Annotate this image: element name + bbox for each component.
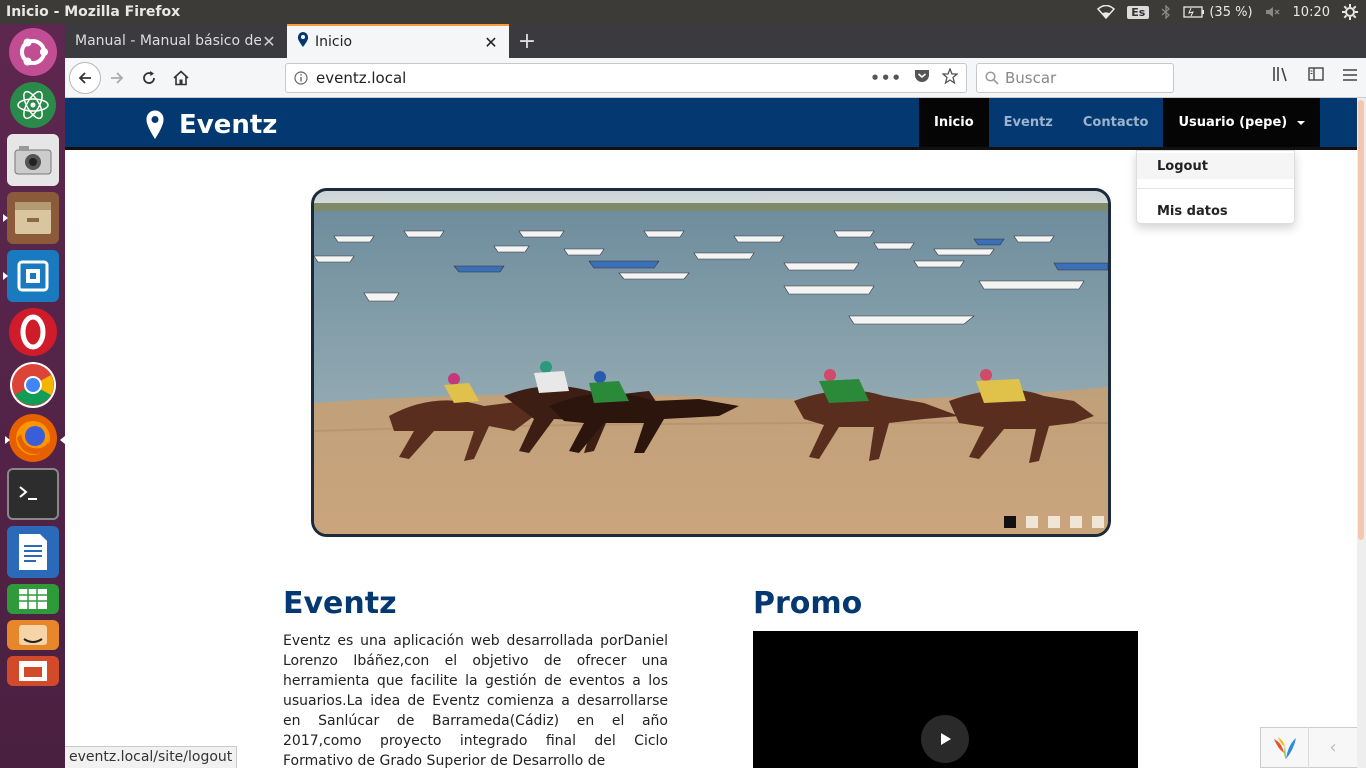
keyboard-layout-indicator[interactable]: Es bbox=[1127, 5, 1150, 19]
back-button[interactable] bbox=[69, 61, 101, 94]
user-dropdown-menu: Logout Mis datos bbox=[1136, 150, 1295, 224]
browser-nav-bar: eventz.local ••• Buscar bbox=[65, 58, 1366, 98]
carousel-indicator[interactable] bbox=[1070, 516, 1082, 528]
bookmark-star-icon[interactable] bbox=[941, 67, 959, 88]
site-brand[interactable]: Eventz bbox=[145, 110, 277, 140]
browser-tab-bar: Manual - Manual básico de u ✕ Inicio ✕ + bbox=[65, 24, 1366, 58]
nav-eventz[interactable]: Eventz bbox=[989, 98, 1068, 147]
files-icon[interactable] bbox=[2, 192, 59, 244]
toolbar-collapse-icon[interactable]: ‹ bbox=[1309, 737, 1357, 758]
user-menu-label: Usuario (pepe) bbox=[1178, 115, 1288, 130]
site-nav: Inicio Eventz Contacto Usuario (pepe) bbox=[919, 98, 1321, 147]
window-title: Inicio - Mozilla Firefox bbox=[6, 4, 181, 20]
tab-title: Inicio bbox=[315, 34, 353, 50]
page-actions-icon[interactable]: ••• bbox=[870, 69, 902, 87]
home-icon bbox=[173, 69, 189, 85]
carousel-image bbox=[314, 191, 1108, 534]
page-scrollbar[interactable] bbox=[1357, 98, 1366, 768]
map-marker-icon bbox=[146, 110, 164, 139]
site-info-icon[interactable] bbox=[286, 71, 316, 85]
search-placeholder: Buscar bbox=[1005, 69, 1057, 87]
system-settings-icon[interactable] bbox=[1342, 4, 1358, 20]
atom-icon[interactable] bbox=[9, 82, 56, 128]
nav-user-menu[interactable]: Usuario (pepe) bbox=[1163, 98, 1321, 147]
opera-icon[interactable] bbox=[8, 308, 57, 356]
carousel-indicator[interactable] bbox=[1092, 516, 1104, 528]
promo-title: Promo bbox=[753, 586, 863, 621]
system-top-panel: Inicio - Mozilla Firefox Es (35 %) 10:20 bbox=[0, 0, 1366, 24]
clock[interactable]: 10:20 bbox=[1293, 5, 1330, 20]
new-tab-button[interactable]: + bbox=[509, 24, 545, 58]
url-bar-actions: ••• bbox=[870, 67, 966, 88]
bluetooth-icon[interactable] bbox=[1161, 5, 1171, 19]
impress-icon[interactable] bbox=[6, 656, 59, 686]
search-icon bbox=[985, 71, 999, 85]
url-bar[interactable]: eventz.local ••• bbox=[285, 63, 967, 93]
play-icon bbox=[941, 733, 951, 745]
reload-button[interactable] bbox=[133, 62, 165, 94]
library-icon[interactable] bbox=[1272, 66, 1290, 86]
volume-muted-icon[interactable] bbox=[1265, 5, 1281, 19]
caret-down-icon bbox=[1297, 120, 1306, 125]
system-tray: Es (35 %) 10:20 bbox=[1097, 4, 1366, 20]
map-marker-favicon-icon bbox=[297, 32, 309, 52]
active-indicator-icon bbox=[59, 436, 65, 444]
carousel-indicator[interactable] bbox=[1048, 516, 1060, 528]
toolbar-buttons bbox=[1272, 66, 1358, 86]
yii-debug-toolbar[interactable]: ‹ bbox=[1260, 727, 1357, 768]
scrollbar-thumb[interactable] bbox=[1358, 100, 1364, 540]
about-text: Eventz es una aplicación web desarrollad… bbox=[283, 633, 668, 768]
tab-title: Manual - Manual básico de u bbox=[75, 33, 261, 49]
tab-inicio[interactable]: Inicio ✕ bbox=[287, 24, 509, 58]
status-bar: eventz.local/site/logout bbox=[65, 746, 238, 768]
amazon-icon[interactable] bbox=[6, 620, 59, 650]
running-indicator-icon bbox=[2, 214, 8, 222]
forward-button[interactable] bbox=[101, 62, 133, 94]
url-text[interactable]: eventz.local bbox=[316, 69, 406, 87]
vmware-icon[interactable] bbox=[2, 250, 59, 302]
close-tab-icon[interactable]: ✕ bbox=[261, 32, 277, 51]
wifi-icon[interactable] bbox=[1097, 5, 1116, 19]
menu-divider bbox=[1137, 188, 1294, 189]
search-bar[interactable]: Buscar bbox=[976, 63, 1174, 93]
chrome-icon[interactable] bbox=[9, 362, 56, 408]
battery-icon bbox=[1183, 6, 1205, 18]
arrow-right-icon bbox=[111, 71, 124, 84]
terminal-icon[interactable] bbox=[6, 468, 59, 520]
unity-launcher bbox=[0, 24, 65, 768]
camera-icon[interactable] bbox=[6, 134, 59, 186]
sidebar-icon[interactable] bbox=[1308, 66, 1324, 86]
pocket-icon[interactable] bbox=[914, 69, 930, 87]
menu-item-logout[interactable]: Logout bbox=[1137, 153, 1294, 179]
carousel-indicator[interactable] bbox=[1026, 516, 1038, 528]
about-title: Eventz bbox=[283, 586, 397, 621]
arrow-left-icon bbox=[78, 71, 91, 84]
carousel-indicators bbox=[1004, 516, 1104, 528]
reload-icon bbox=[143, 70, 155, 84]
running-indicator-icon bbox=[4, 436, 10, 444]
running-indicator-icon bbox=[2, 272, 8, 280]
promo-video[interactable] bbox=[753, 631, 1138, 768]
yii-logo-icon[interactable] bbox=[1261, 727, 1309, 768]
site-header: Eventz Inicio Eventz Contacto Usuario (p… bbox=[65, 98, 1357, 150]
menu-item-mis-datos[interactable]: Mis datos bbox=[1137, 198, 1294, 224]
ubuntu-logo-icon[interactable] bbox=[8, 28, 57, 76]
nav-contacto[interactable]: Contacto bbox=[1068, 98, 1164, 147]
calc-icon[interactable] bbox=[6, 584, 59, 614]
close-tab-icon[interactable]: ✕ bbox=[483, 33, 499, 52]
tab-manual[interactable]: Manual - Manual básico de u ✕ bbox=[65, 24, 287, 58]
nav-inicio[interactable]: Inicio bbox=[919, 98, 989, 147]
play-button[interactable] bbox=[921, 715, 969, 763]
page-viewport: Eventz Inicio Eventz Contacto Usuario (p… bbox=[65, 98, 1357, 768]
battery-indicator[interactable]: (35 %) bbox=[1183, 4, 1253, 20]
carousel[interactable] bbox=[311, 188, 1111, 537]
brand-name: Eventz bbox=[179, 110, 278, 140]
battery-percent: (35 %) bbox=[1209, 4, 1253, 20]
home-button[interactable] bbox=[165, 62, 197, 94]
hamburger-menu-icon[interactable] bbox=[1342, 67, 1358, 86]
writer-icon[interactable] bbox=[6, 526, 59, 578]
firefox-icon[interactable] bbox=[4, 414, 65, 462]
carousel-indicator[interactable] bbox=[1004, 516, 1016, 528]
